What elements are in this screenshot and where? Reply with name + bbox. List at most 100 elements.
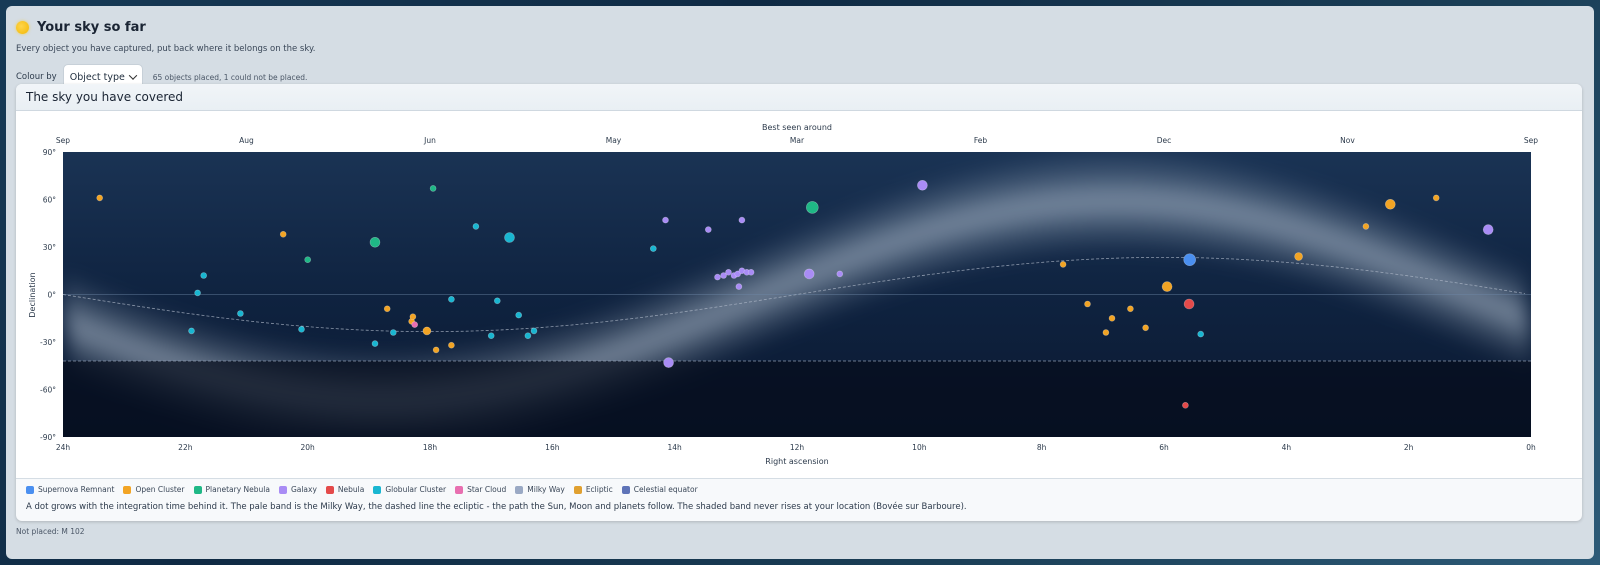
object-dot[interactable] [1482,224,1494,235]
object-dot[interactable] [1362,223,1370,230]
object-dot[interactable] [663,357,674,368]
legend-label: Nebula [337,485,365,494]
object-dot[interactable] [738,216,746,224]
object-dot[interactable] [371,340,379,347]
object-dot[interactable] [1059,261,1067,268]
object-dot[interactable] [714,273,721,281]
object-dot[interactable] [747,269,755,276]
object-dot[interactable] [96,194,103,202]
card-header: The sky you have covered [16,84,1582,111]
object-dot[interactable] [504,232,515,243]
x-tick-label: 6h [1159,443,1169,452]
legend-item: Celestial equator [621,485,698,494]
legend-swatch [455,485,464,494]
x-tick-label: 18h [423,443,438,452]
y-tick-label: 30° [43,243,57,252]
object-dot[interactable] [836,270,844,278]
object-dot[interactable] [304,256,312,263]
sky-card: The sky you have covered 24h 22h 20h 18h… [16,84,1582,521]
object-dot[interactable] [200,272,207,279]
x-tick-label: 2h [1404,443,1414,452]
legend-item: Supernova Remnant [26,485,114,494]
object-dot[interactable] [1183,253,1196,266]
object-dot[interactable] [389,329,397,336]
object-dot[interactable] [917,180,928,191]
chart-legend: Supernova Remnant Open Cluster Planetary N… [16,479,1582,494]
object-dot[interactable] [188,327,195,335]
legend-swatch [621,485,630,494]
object-dot[interactable] [1294,252,1303,261]
object-dot[interactable] [649,245,657,252]
object-dot[interactable] [487,332,495,339]
object-dot[interactable] [1385,199,1396,210]
object-dot[interactable] [1183,298,1195,310]
legend-label: Globular Cluster [385,485,447,494]
object-dot[interactable] [409,313,417,320]
legend-item: Galaxy [278,485,317,494]
object-dot[interactable] [237,310,244,317]
legend-item: Ecliptic [573,485,613,494]
object-dot[interactable] [1432,194,1440,202]
legend-swatch [373,485,382,494]
object-dot[interactable] [279,231,287,238]
x-axis-title: Right ascension [765,457,828,466]
x-tick-label: 4h [1282,443,1292,452]
object-dot[interactable] [704,226,712,233]
object-dot[interactable] [448,296,455,303]
object-dot[interactable] [725,269,732,276]
legend-swatch [26,485,34,494]
object-dot[interactable] [530,327,538,335]
object-dot[interactable] [1142,324,1149,332]
top-tick-label: Dec [1157,136,1172,145]
x-tick-label: 22h [178,443,193,452]
legend-swatch [573,485,582,494]
object-dot[interactable] [411,321,419,328]
not-placed-note: Not placed: M 102 [16,527,85,536]
page-title: Your sky so far [37,19,146,35]
object-dot[interactable] [448,341,455,349]
top-tick-label: Sep [56,136,70,145]
legend-swatch [193,485,202,494]
object-dot[interactable] [194,289,201,297]
x-tick-label: 12h [790,443,805,452]
sky-chart[interactable]: 24h 22h 20h 18h 16h 14h 12h 10h 8h 6h 4h 2h 0h 90° 60°… [16,111,1582,479]
top-tick-label: May [606,136,622,145]
y-tick-label: -90° [40,433,56,442]
object-dot[interactable] [524,332,532,339]
object-dot[interactable] [1127,305,1134,313]
object-dot[interactable] [429,185,437,192]
legend-item: Star Cloud [455,485,506,494]
x-tick-label: 24h [56,443,71,452]
x-tick-label: 14h [668,443,683,452]
object-dot[interactable] [1084,300,1091,308]
y-axis-title: Declination [28,272,37,317]
colour-by-label: Colour by [16,72,57,82]
object-dot[interactable] [493,297,501,305]
y-tick-label: 60° [43,196,57,205]
legend-label: Celestial equator [633,485,698,494]
y-tick-label: 0° [47,291,56,300]
object-dot[interactable] [1197,330,1204,338]
object-dot[interactable] [1161,281,1173,292]
object-dot[interactable] [432,346,440,354]
legend-label: Supernova Remnant [38,485,115,494]
object-dot[interactable] [662,216,669,224]
object-dot[interactable] [1102,329,1110,336]
object-dot[interactable] [298,326,305,333]
object-dot[interactable] [1182,401,1189,409]
x-tick-label: 16h [545,443,560,452]
legend-swatch [515,485,524,494]
chart-caption: A dot grows with the integration time be… [26,502,967,512]
object-dot[interactable] [472,223,480,230]
top-tick-label: Mar [790,136,805,145]
object-dot[interactable] [369,237,381,248]
legend-label: Planetary Nebula [205,485,270,494]
object-dot[interactable] [422,326,432,336]
y-tick-label: 90° [43,148,57,157]
object-dot[interactable] [383,305,391,313]
object-dot[interactable] [515,311,523,319]
object-dot[interactable] [1108,315,1116,322]
object-dot[interactable] [803,268,815,280]
object-dot[interactable] [735,283,743,290]
object-dot[interactable] [805,201,819,214]
